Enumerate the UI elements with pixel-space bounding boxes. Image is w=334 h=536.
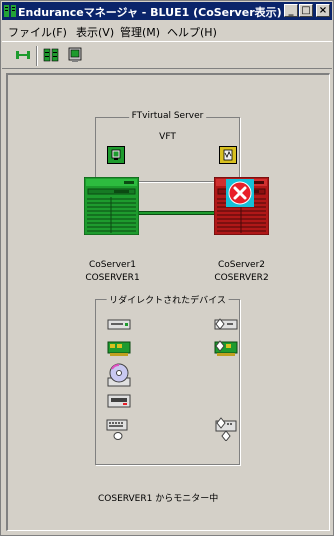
menu-manage[interactable]: 管理(M) [120,24,160,40]
redirected-devices-group: リダイレクトされたデバイス [95,293,240,465]
coserver2-host: COSERVER2 [214,273,269,283]
ftv-device-icon[interactable] [219,146,237,164]
menu-view[interactable]: 表示(V) [76,24,114,40]
coserver2-name: CoServer2 [217,260,266,270]
toolbar [2,41,332,69]
ftvirtual-server-name: VFT [159,132,176,142]
error-x-icon [226,179,254,207]
menu-bar: ファイル(F) 表示(V) 管理(M) ヘルプ(H) [2,21,332,39]
virtual-server-view-icon[interactable] [66,47,84,63]
coserver-view-icon[interactable] [42,47,60,63]
coserver1-host: COSERVER1 [85,273,140,283]
close-button[interactable]: × [316,4,330,17]
server-view-area: FTvirtual Server VFT CoServer1 COSERVER1… [6,73,330,531]
monitor-status-text: COSERVER1 からモニター中 [98,494,219,504]
menu-file[interactable]: ファイル(F) [8,24,67,40]
tape-drive-icon[interactable] [106,392,132,410]
ftvirtual-server-title: FTvirtual Server [128,111,207,121]
connect-servers-icon[interactable] [14,47,32,63]
redirected-keyboard-mouse-icon[interactable] [213,417,239,441]
network-card-icon[interactable] [106,339,132,357]
title-bar[interactable]: Enduranceマネージャ - BLUE1 (CoServer表示) _ □ … [2,2,332,20]
endurance-app-icon [4,5,16,17]
redirected-network-card-icon[interactable] [213,339,239,357]
menu-help[interactable]: ヘルプ(H) [167,24,217,40]
redirected-devices-title: リダイレクトされたデバイス [106,293,229,306]
redirected-floppy-drive-icon[interactable] [213,315,239,333]
floppy-drive-icon[interactable] [106,315,132,333]
keyboard-mouse-icon[interactable] [106,417,132,441]
coserver-link-line [139,211,214,215]
maximize-button[interactable]: □ [299,4,313,17]
toolbar-separator [36,46,38,66]
ftv-monitor-icon[interactable] [107,146,125,164]
minimize-button[interactable]: _ [284,4,298,17]
window-title: Enduranceマネージャ - BLUE1 (CoServer表示) [18,6,282,19]
coserver1-server-icon[interactable] [84,177,139,235]
app-window: Enduranceマネージャ - BLUE1 (CoServer表示) _ □ … [0,0,334,536]
coserver1-name: CoServer1 [88,260,137,270]
ftvirtual-server-group: FTvirtual Server VFT [95,111,240,182]
cdrom-drive-icon[interactable] [106,362,132,388]
